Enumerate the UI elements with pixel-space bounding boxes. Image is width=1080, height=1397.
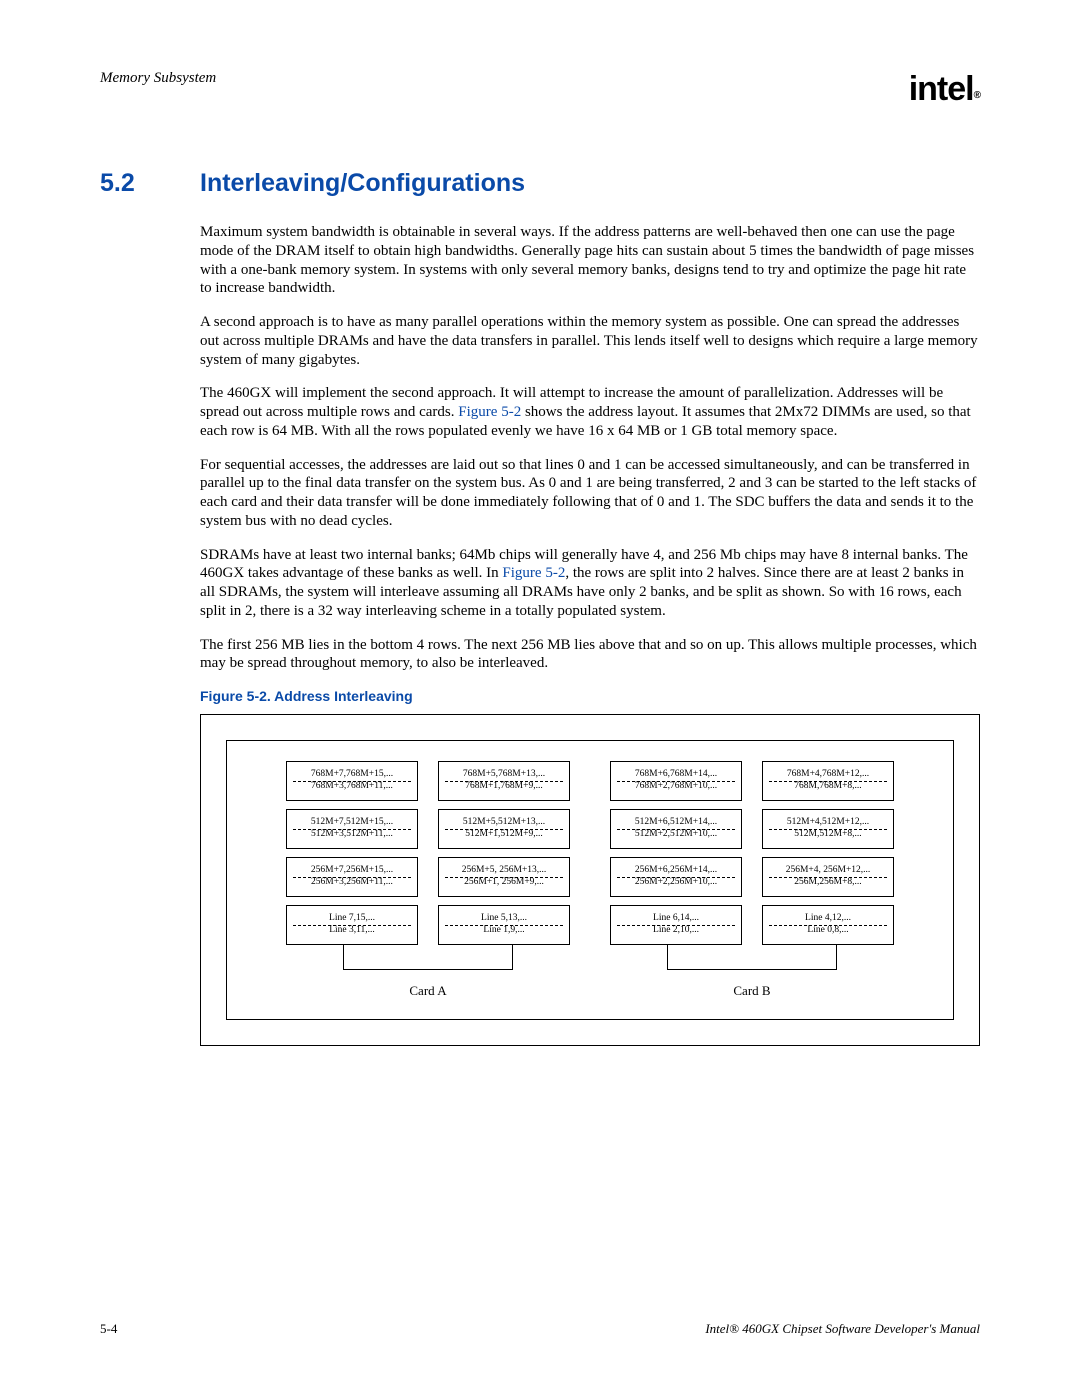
mem-cell: 768M+4,768M+12,...768M,768M+8,... — [762, 761, 894, 801]
mem-cell: Line 4,12,...Line 0,8,... — [762, 905, 894, 945]
figure-caption: Figure 5-2. Address Interleaving — [200, 688, 980, 706]
page-number: 5-4 — [100, 1321, 117, 1337]
section-title: Interleaving/Configurations — [200, 169, 525, 198]
card-a: 768M+7,768M+15,...768M+3,768M+11,... 512… — [286, 761, 570, 999]
mem-cell: Line 7,15,...Line 3,11,... — [286, 905, 418, 945]
card-a-connector — [286, 945, 570, 980]
mem-cell: 256M+6,256M+14,...256M+2,256M+10,... — [610, 857, 742, 897]
mem-cell: 256M+5, 256M+13,...256M+1, 256M+9,... — [438, 857, 570, 897]
paragraph-5: SDRAMs have at least two internal banks;… — [200, 546, 980, 621]
manual-title: Intel® 460GX Chipset Software Developer'… — [705, 1321, 980, 1337]
card-a-right-stack: 768M+5,768M+13,...768M+1,768M+9,... 512M… — [438, 761, 570, 945]
figure-link[interactable]: Figure 5-2 — [502, 565, 565, 581]
paragraph-6: The first 256 MB lies in the bottom 4 ro… — [200, 636, 980, 674]
mem-cell: 512M+4,512M+12,...512M,512M+8,... — [762, 809, 894, 849]
card-b-right-stack: 768M+4,768M+12,...768M,768M+8,... 512M+4… — [762, 761, 894, 945]
mem-cell: 256M+7,256M+15,...256M+3,256M+11,... — [286, 857, 418, 897]
mem-cell: Line 6,14,...Line 2,10,... — [610, 905, 742, 945]
page-header: Memory Subsystem intel® — [100, 70, 980, 109]
figure-frame: 768M+7,768M+15,...768M+3,768M+11,... 512… — [200, 714, 980, 1046]
paragraph-1: Maximum system bandwidth is obtainable i… — [200, 223, 980, 298]
card-b-left-stack: 768M+6,768M+14,...768M+2,768M+10,... 512… — [610, 761, 742, 945]
section-heading: 5.2 Interleaving/Configurations — [100, 169, 980, 198]
figure-inner: 768M+7,768M+15,...768M+3,768M+11,... 512… — [226, 740, 954, 1020]
mem-cell: 256M+4, 256M+12,...256M,256M+8,... — [762, 857, 894, 897]
paragraph-3: The 460GX will implement the second appr… — [200, 384, 980, 440]
intel-logo: intel® — [909, 70, 980, 109]
figure-link[interactable]: Figure 5-2 — [458, 404, 521, 420]
paragraph-2: A second approach is to have as many par… — [200, 313, 980, 369]
mem-cell: 768M+5,768M+13,...768M+1,768M+9,... — [438, 761, 570, 801]
card-b-label: Card B — [733, 983, 770, 999]
page-footer: 5-4 Intel® 460GX Chipset Software Develo… — [100, 1321, 980, 1337]
card-a-stacks: 768M+7,768M+15,...768M+3,768M+11,... 512… — [286, 761, 570, 945]
paragraph-4: For sequential accesses, the addresses a… — [200, 456, 980, 531]
mem-cell: 768M+7,768M+15,...768M+3,768M+11,... — [286, 761, 418, 801]
body-text: Maximum system bandwidth is obtainable i… — [200, 223, 980, 706]
mem-cell: Line 5,13,...Line 1,9,... — [438, 905, 570, 945]
mem-cell: 512M+5,512M+13,...512M+1,512M+9,... — [438, 809, 570, 849]
card-a-left-stack: 768M+7,768M+15,...768M+3,768M+11,... 512… — [286, 761, 418, 945]
card-a-label: Card A — [409, 983, 446, 999]
card-b: 768M+6,768M+14,...768M+2,768M+10,... 512… — [610, 761, 894, 999]
mem-cell: 512M+6,512M+14,...512M+2,512M+10,... — [610, 809, 742, 849]
mem-cell: 768M+6,768M+14,...768M+2,768M+10,... — [610, 761, 742, 801]
card-b-stacks: 768M+6,768M+14,...768M+2,768M+10,... 512… — [610, 761, 894, 945]
page-container: Memory Subsystem intel® 5.2 Interleaving… — [0, 0, 1080, 1397]
card-b-connector — [610, 945, 894, 980]
mem-cell: 512M+7,512M+15,...512M+3,512M+11,... — [286, 809, 418, 849]
header-section-label: Memory Subsystem — [100, 70, 216, 87]
section-number: 5.2 — [100, 169, 200, 198]
